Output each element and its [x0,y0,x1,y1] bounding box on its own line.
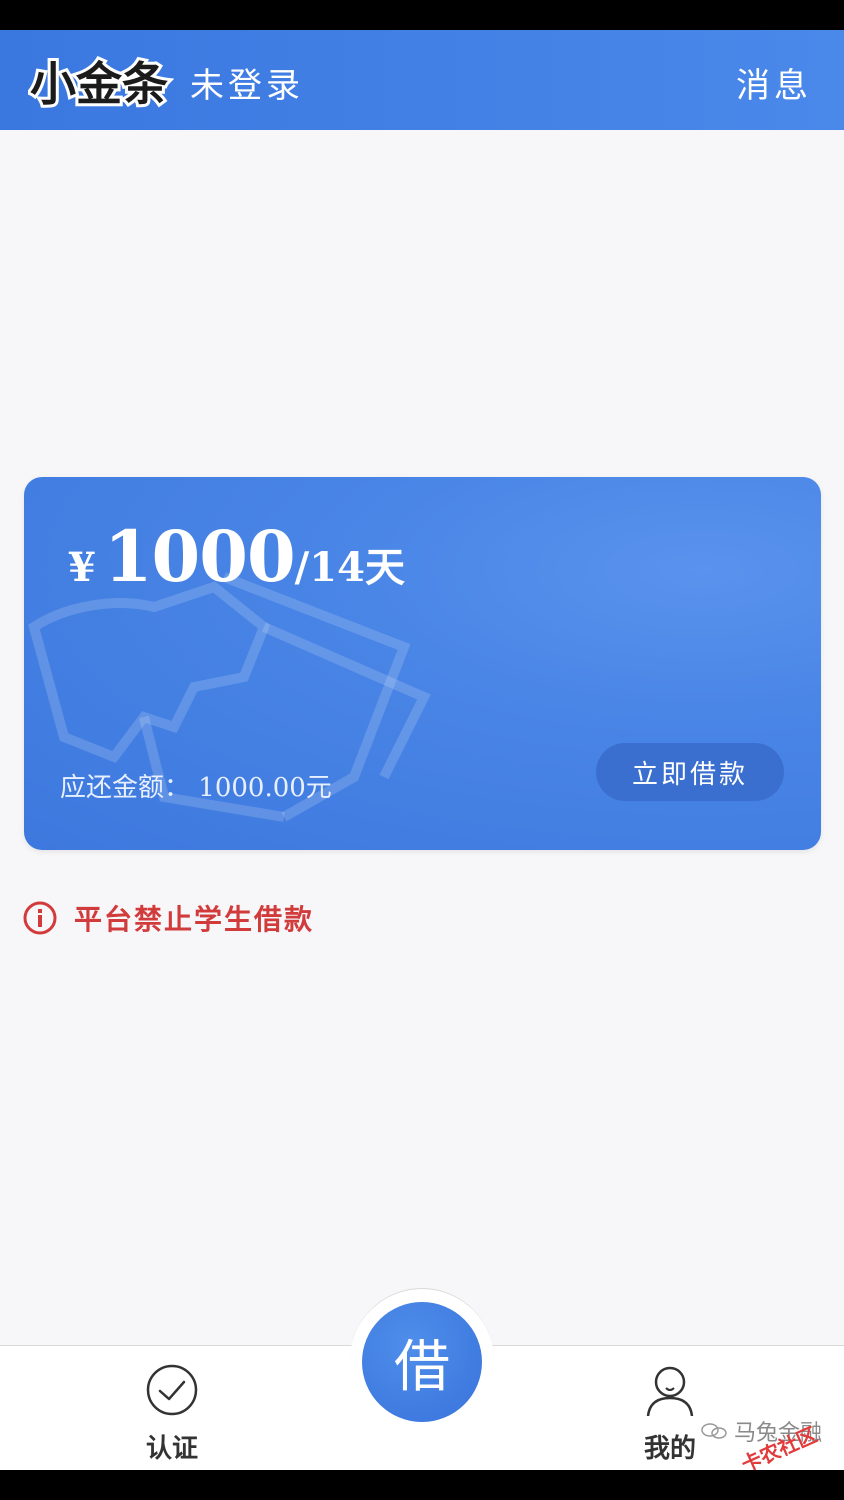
borrow-tab-button[interactable]: 借 [362,1302,482,1422]
borrow-now-button[interactable]: 立即借款 [596,743,784,801]
notice-text: 平台禁止学生借款 [74,903,315,936]
due-label: 应还金额： [60,773,191,803]
due-amount-row: 应还金额： 1000.00元 [60,767,332,804]
info-icon [23,901,57,935]
wechat-icon [701,1423,727,1439]
loan-card: ¥ 1000 /14天 应还金额： 1000.00元 立即借款 [24,477,821,850]
tab-mine[interactable]: 我的 [600,1346,740,1470]
tab-auth[interactable]: 认证 [102,1346,242,1470]
student-loan-notice: 平台禁止学生借款 [22,898,314,938]
loan-amount-row: ¥ 1000 /14天 [68,515,405,598]
check-circle-icon [146,1364,198,1416]
svg-text:小金条: 小金条 [30,57,168,111]
loan-amount: 1000 [103,515,296,598]
messages-button[interactable]: 消息 [736,58,812,107]
top-bar: 小金条 未登录 消息 [0,30,844,130]
currency-symbol: ¥ [68,544,96,591]
user-icon [646,1366,694,1416]
money-hand-illustration [28,572,431,822]
login-status[interactable]: 未登录 [190,58,304,107]
loan-term: /14天 [294,544,405,591]
due-amount: 1000.00元 [198,773,332,803]
app-screen: 小金条 未登录 消息 ¥ 1000 /14天 应还金额： 1000.00元 立即… [0,30,844,1470]
app-logo: 小金条 [28,54,171,114]
tab-auth-label: 认证 [145,1434,198,1464]
